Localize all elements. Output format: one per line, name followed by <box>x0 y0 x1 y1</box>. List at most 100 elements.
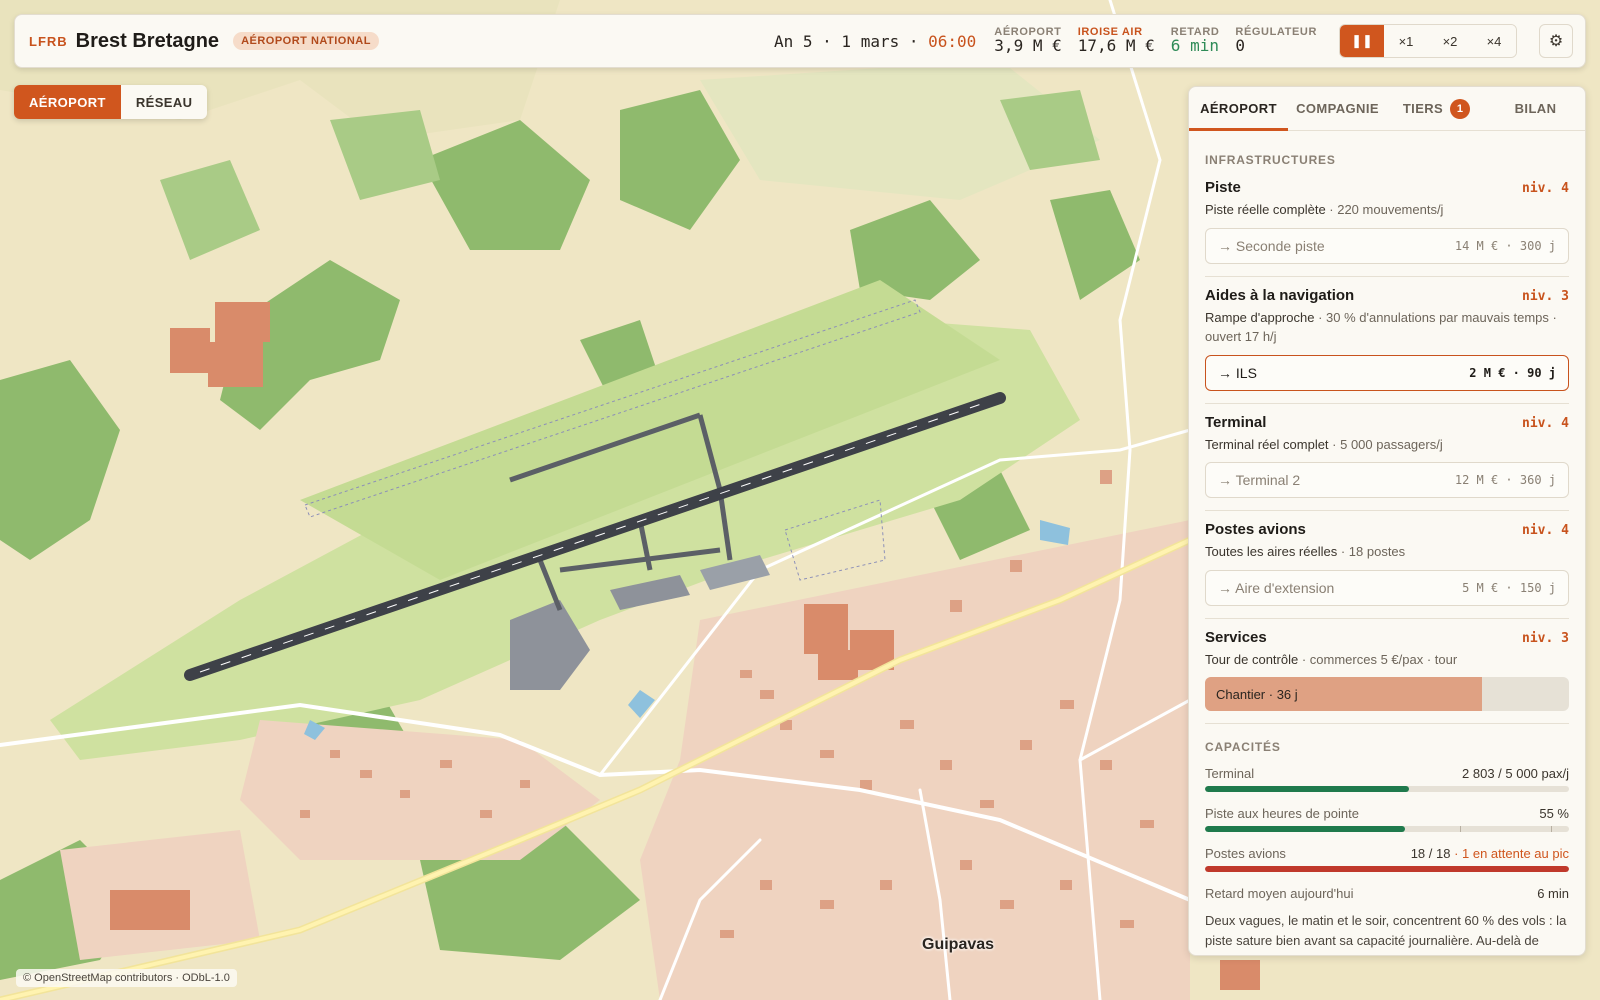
capacity-bar-fill <box>1205 866 1569 872</box>
town-label: Guipavas <box>922 936 995 953</box>
capacity-bar-runway <box>1205 826 1569 832</box>
infra-desc: Toutes les aires réelles <box>1205 544 1338 559</box>
infra-runway: Piste niv. 4 Piste réelle complète · 220… <box>1205 179 1569 277</box>
infra-name: Terminal <box>1205 413 1267 431</box>
capacity-bar-fill <box>1205 786 1409 792</box>
infra-desc-detail: · commerces 5 €/pax · tour <box>1298 651 1458 667</box>
infra-name: Aides à la navigation <box>1205 286 1355 304</box>
infra-stands: Postes avions niv. 4 Toutes les aires ré… <box>1205 521 1569 619</box>
game-date: An 5 · 1 mars · 06:00 <box>774 32 976 51</box>
infra-level: niv. 4 <box>1522 415 1569 431</box>
tab-company[interactable]: COMPAGNIE <box>1288 87 1387 130</box>
upgrade-name: → ILS <box>1218 364 1257 381</box>
speed-x4-button[interactable]: ×4 <box>1472 25 1516 57</box>
tab-count-badge: 1 <box>1450 98 1471 119</box>
capacity-note: Deux vagues, le matin et le soir, concen… <box>1205 913 1567 949</box>
tab-summary[interactable]: BILAN <box>1486 87 1585 130</box>
map-attribution[interactable]: © OpenStreetMap contributors · ODbL-1.0 <box>16 969 237 987</box>
stat-regulator: RÉGULATEUR 0 <box>1235 25 1317 56</box>
capacity-terminal: Terminal 2 803 / 5 000 pax/j <box>1205 766 1569 781</box>
capacity-warning: · 1 en attente au pic <box>1450 846 1569 861</box>
infra-navaids: Aides à la navigation niv. 3 Rampe d'app… <box>1205 287 1569 404</box>
upgrade-name: → Terminal 2 <box>1218 472 1301 488</box>
settings-button[interactable]: ⚙ <box>1539 24 1573 58</box>
upgrade-cost: 12 M € · 360 j <box>1454 473 1556 487</box>
airport-name: Brest Bretagne <box>75 29 220 52</box>
gear-icon: ⚙ <box>1548 33 1564 50</box>
section-title-infrastructures: INFRASTRUCTURES <box>1205 153 1336 167</box>
section-title-capacities: CAPACITÉS <box>1205 740 1281 754</box>
upgrade-name: → Aire d'extension <box>1218 579 1335 596</box>
tab-thirds[interactable]: TIERS 1 <box>1387 87 1486 130</box>
upgrade-button[interactable]: → Terminal 2 12 M € · 360 j <box>1205 462 1569 498</box>
capacity-tick <box>1550 826 1552 832</box>
tab-label: BILAN <box>1514 101 1557 116</box>
capacity-bar-fill <box>1205 826 1406 832</box>
upgrade-button[interactable]: → ILS 2 M € · 90 j <box>1205 354 1569 391</box>
stat-value: 6 min <box>1170 36 1219 56</box>
date-text: An 5 · 1 mars · <box>774 31 929 51</box>
capacity-label: Retard moyen aujourd'hui <box>1205 886 1354 901</box>
top-bar: LFRB Brest Bretagne AÉROPORT NATIONAL An… <box>14 14 1586 68</box>
upgrade-cost: 2 M € · 90 j <box>1469 365 1556 380</box>
tab-airport[interactable]: AÉROPORT <box>1189 87 1288 131</box>
capacity-label: Terminal <box>1205 766 1255 781</box>
infra-desc: Tour de contrôle <box>1205 651 1299 667</box>
upgrade-name: → Seconde piste <box>1218 237 1325 254</box>
capacity-tick <box>1459 826 1461 832</box>
capacity-bar-terminal <box>1205 786 1569 792</box>
infra-desc: Rampe d'approche <box>1205 309 1315 325</box>
infra-services: Services niv. 3 Tour de contrôle · comme… <box>1205 628 1569 724</box>
upgrade-button[interactable]: → Seconde piste 14 M € · 300 j <box>1205 227 1569 264</box>
stat-airport-cash: AÉROPORT 3,9 M € <box>994 26 1062 56</box>
stat-airline-cash: IROISE AIR 17,6 M € <box>1077 26 1155 56</box>
speed-x2-button[interactable]: ×2 <box>1428 25 1472 57</box>
upgrade-cost: 14 M € · 300 j <box>1454 238 1556 253</box>
infra-terminal: Terminal niv. 4 Terminal réel complet · … <box>1205 413 1569 511</box>
icao-code: LFRB <box>29 33 68 49</box>
tab-label: COMPAGNIE <box>1296 101 1379 116</box>
construction-progress: Chantier · 36 j <box>1205 677 1569 711</box>
game-time: 06:00 <box>928 31 977 51</box>
infra-name: Piste <box>1205 179 1241 196</box>
map-mode-toggle: AÉROPORT RÉSEAU <box>14 85 208 119</box>
upgrade-button[interactable]: → Aire d'extension 5 M € · 150 j <box>1205 569 1569 606</box>
capacity-stands: Postes avions 18 / 18 · 1 en attente au … <box>1205 846 1569 861</box>
capacity-label: Postes avions <box>1205 846 1286 861</box>
capacity-delay: Retard moyen aujourd'hui 6 min <box>1205 886 1569 901</box>
infra-desc-detail: · 18 postes <box>1337 544 1406 559</box>
capacity-label: Piste aux heures de pointe <box>1205 806 1359 821</box>
stat-value: 17,6 M € <box>1077 36 1155 56</box>
stat-label: RÉGULATEUR <box>1235 25 1317 38</box>
speed-x1-button[interactable]: ×1 <box>1384 25 1428 57</box>
stat-value: 0 <box>1235 36 1246 56</box>
pause-icon: ❚❚ <box>1351 33 1373 48</box>
mode-network-button[interactable]: RÉSEAU <box>120 85 208 119</box>
tab-label: AÉROPORT <box>1200 101 1277 116</box>
speed-controls: ❚❚ ×1 ×2 ×4 <box>1339 24 1517 58</box>
capacity-runway: Piste aux heures de pointe 55 % <box>1205 806 1569 821</box>
infra-level: niv. 3 <box>1522 630 1569 646</box>
infra-level: niv. 3 <box>1522 288 1569 304</box>
infra-name: Postes avions <box>1205 521 1306 538</box>
capacity-value: 6 min <box>1537 886 1569 901</box>
infra-desc-detail: · 220 mouvements/j <box>1325 202 1444 217</box>
pause-button[interactable]: ❚❚ <box>1340 25 1384 57</box>
infra-desc: Terminal réel complet <box>1205 436 1329 452</box>
tab-label: TIERS <box>1402 101 1444 116</box>
capacity-value: 18 / 18 <box>1410 846 1451 861</box>
infra-name: Services <box>1205 628 1267 646</box>
infra-desc: Piste réelle complète <box>1205 202 1326 217</box>
capacity-value: 55 % <box>1539 806 1569 821</box>
capacity-bar-stands <box>1205 866 1569 872</box>
upgrade-cost: 5 M € · 150 j <box>1462 580 1556 595</box>
stat-delay: RETARD 6 min <box>1170 26 1220 56</box>
panel-tabs: AÉROPORT COMPAGNIE TIERS 1 BILAN <box>1189 87 1585 131</box>
stat-value: 3,9 M € <box>994 36 1062 56</box>
infra-level: niv. 4 <box>1522 523 1569 538</box>
infra-level: niv. 4 <box>1522 181 1569 196</box>
mode-airport-button[interactable]: AÉROPORT <box>14 85 121 119</box>
side-panel: AÉROPORT COMPAGNIE TIERS 1 BILAN INFRASTR… <box>1188 86 1586 956</box>
capacity-value: 2 803 / 5 000 pax/j <box>1462 766 1569 781</box>
infra-desc-detail: · 5 000 passagers/j <box>1328 436 1443 452</box>
